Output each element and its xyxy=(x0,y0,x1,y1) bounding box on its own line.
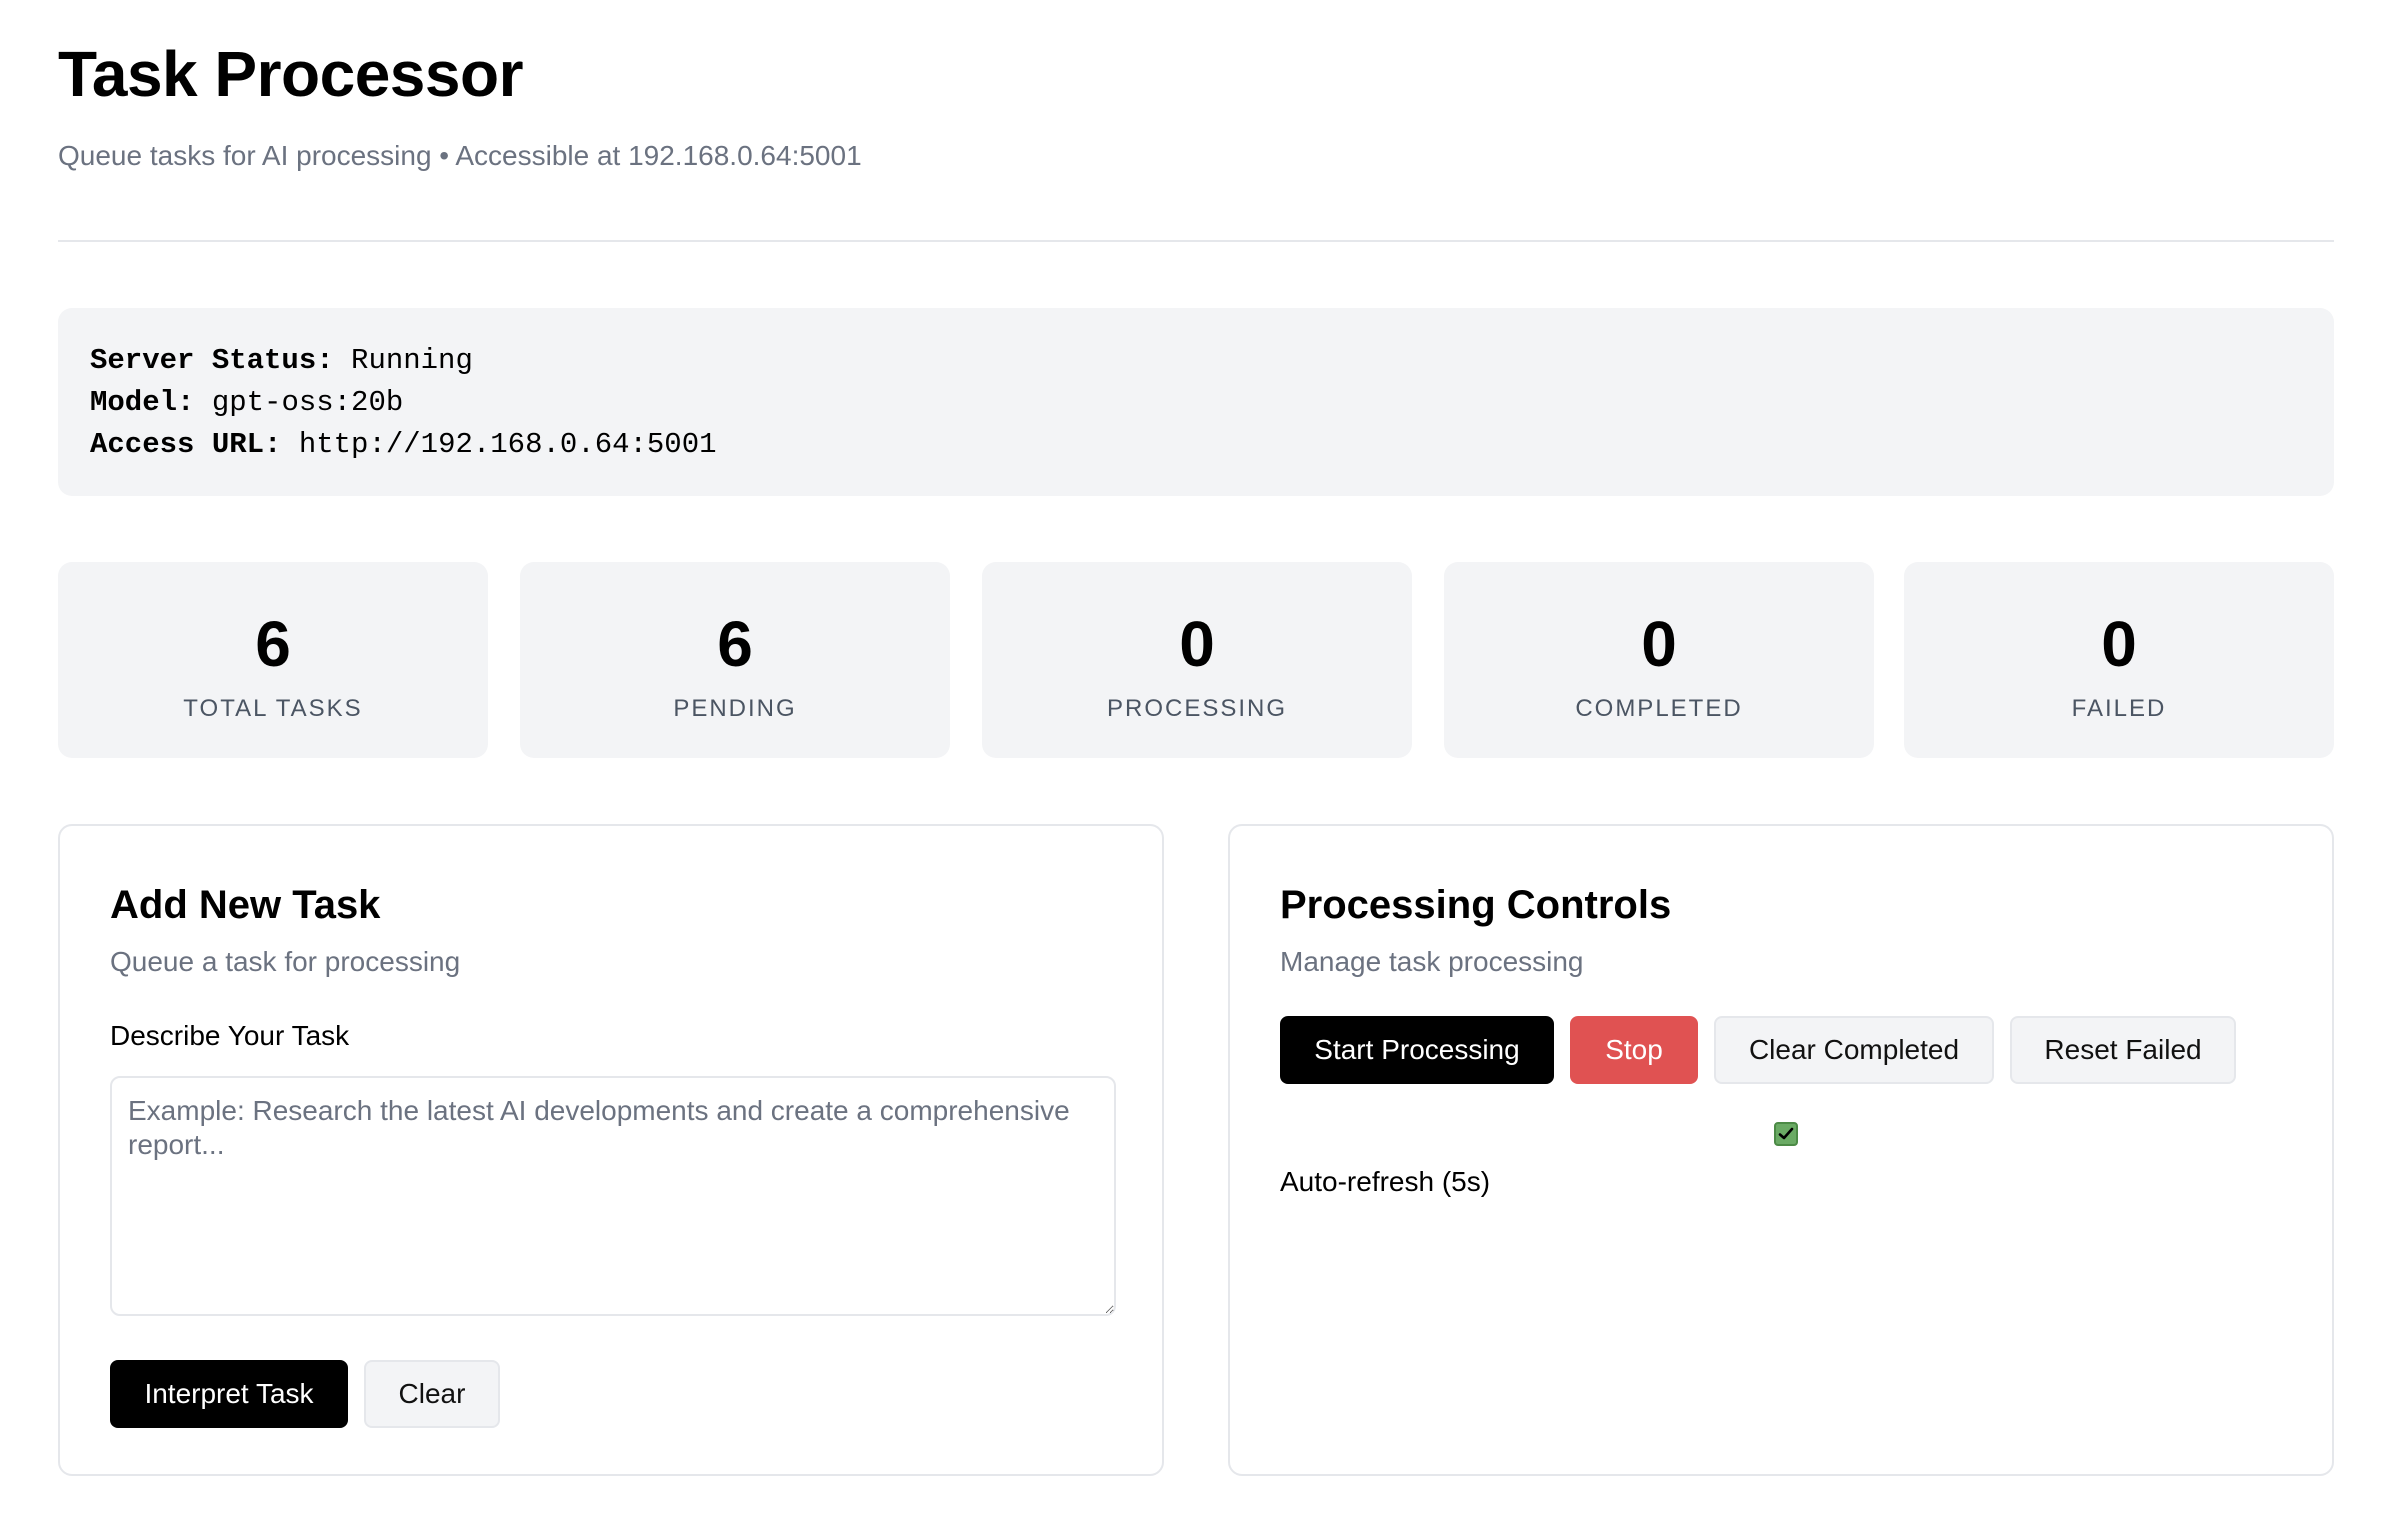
processing-controls-card: Processing Controls Manage task processi… xyxy=(1228,824,2334,1476)
clear-button[interactable]: Clear xyxy=(364,1360,500,1428)
task-description-input[interactable] xyxy=(110,1076,1116,1316)
server-status-value: Running xyxy=(351,344,473,377)
stat-label: PENDING xyxy=(673,695,797,722)
stat-value: 0 xyxy=(1179,608,1215,680)
clear-completed-button[interactable]: Clear Completed xyxy=(1714,1016,1994,1084)
access-url-line: Access URL: http://192.168.0.64:5001 xyxy=(90,424,2302,466)
model-key: Model: xyxy=(90,386,195,419)
model-line: Model: gpt-oss:20b xyxy=(90,382,2302,424)
server-status-line: Server Status: Running xyxy=(90,340,2302,382)
start-processing-button[interactable]: Start Processing xyxy=(1280,1016,1554,1084)
stat-label: PROCESSING xyxy=(1106,695,1288,722)
interpret-task-button[interactable]: Interpret Task xyxy=(110,1360,348,1428)
access-url-key: Access URL: xyxy=(90,428,282,461)
stat-card-processing: 0 PROCESSING xyxy=(982,562,1412,758)
stat-card-completed: 0 COMPLETED xyxy=(1444,562,1874,758)
stat-card-pending: 6 PENDING xyxy=(520,562,950,758)
stat-value: 0 xyxy=(1641,608,1677,680)
stat-card-failed: 0 FAILED xyxy=(1904,562,2334,758)
stat-label: FAILED xyxy=(2071,695,2167,722)
checkmark-icon xyxy=(1778,1127,1794,1140)
stat-label: COMPLETED xyxy=(1575,695,1743,722)
page-title: Task Processor xyxy=(58,38,523,110)
processing-controls-title: Processing Controls xyxy=(1280,883,1672,927)
model-value: gpt-oss:20b xyxy=(211,386,404,419)
stat-card-total-tasks: 6 TOTAL TASKS xyxy=(58,562,488,758)
task-description-label: Describe Your Task xyxy=(110,1020,350,1051)
server-status-key: Server Status: xyxy=(90,344,334,377)
server-status-panel: Server Status: Running Model: gpt-oss:20… xyxy=(58,308,2334,496)
processing-controls-subtitle: Manage task processing xyxy=(1280,946,1584,977)
stat-value: 6 xyxy=(717,608,753,680)
stat-value: 6 xyxy=(255,608,291,680)
stat-label: TOTAL TASKS xyxy=(183,695,363,722)
add-task-subtitle: Queue a task for processing xyxy=(110,946,461,977)
add-task-card: Add New Task Queue a task for processing… xyxy=(58,824,1164,1476)
auto-refresh-checkbox[interactable] xyxy=(1774,1122,1798,1146)
stat-value: 0 xyxy=(2101,608,2137,680)
stop-button[interactable]: Stop xyxy=(1570,1016,1698,1084)
stats-row: 6 TOTAL TASKS 6 PENDING 0 PROCESSING 0 C… xyxy=(58,562,2334,758)
reset-failed-button[interactable]: Reset Failed xyxy=(2010,1016,2236,1084)
header-divider xyxy=(58,240,2334,242)
access-url-value: http://192.168.0.64:5001 xyxy=(298,428,717,461)
page-subtitle: Queue tasks for AI processing • Accessib… xyxy=(58,140,862,171)
auto-refresh-label: Auto-refresh (5s) xyxy=(1280,1166,1491,1197)
add-task-title: Add New Task xyxy=(110,883,381,927)
